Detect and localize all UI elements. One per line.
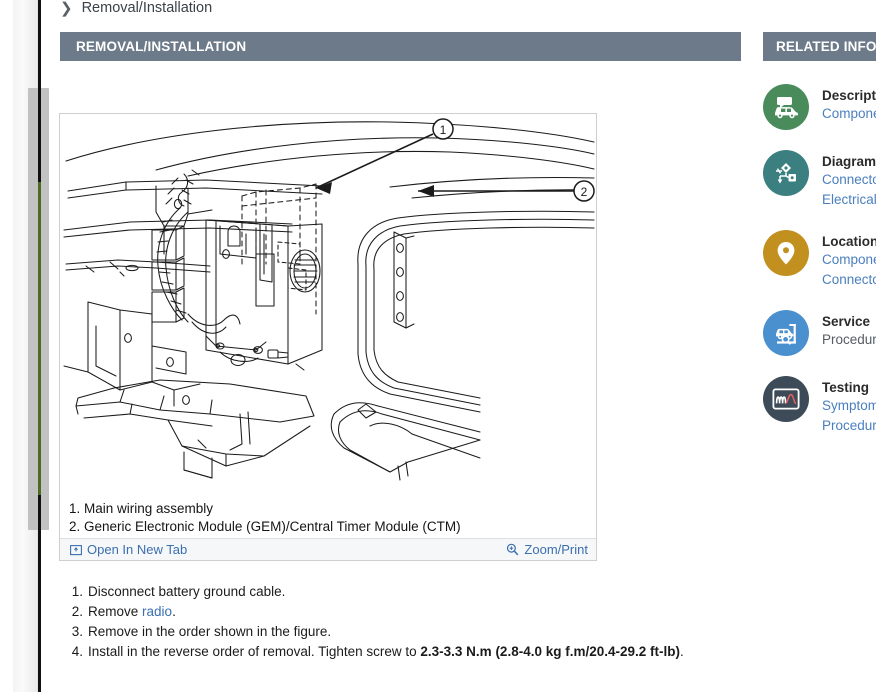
waveform-scope-icon [763, 376, 809, 422]
torque-spec: 2.3-3.3 N.m (2.8-4.0 kg f.m/20.4-29.2 ft… [420, 644, 680, 659]
technical-diagram[interactable]: 1 2 [60, 114, 596, 496]
related-item-heading: Service [822, 313, 876, 330]
step-text: Remove radio. [88, 602, 176, 622]
callout-1: 1 [433, 119, 453, 139]
magnifier-icon [506, 543, 519, 556]
green-accent-strip [38, 182, 41, 495]
service-lift-icon [763, 310, 809, 356]
step-text: Remove in the order shown in the figure. [88, 622, 331, 642]
related-item-heading: Description [822, 87, 876, 104]
figure-card: 1 2 1. Main wiring assembly 2. Generic E… [59, 113, 597, 561]
related-item-link[interactable]: Connector [822, 270, 876, 290]
related-item-link[interactable]: Component [822, 104, 876, 124]
wiring-diagram-icon [763, 150, 809, 196]
step-text: Install in the reverse order of removal.… [88, 642, 684, 662]
breadcrumb[interactable]: ❯ Removal/Installation [60, 0, 212, 20]
related-item-link[interactable]: Symptoms [822, 396, 876, 416]
radio-link[interactable]: radio [142, 604, 172, 619]
related-info-header: RELATED INFO [763, 32, 876, 61]
procedure-step: 3. Remove in the order shown in the figu… [62, 622, 752, 642]
figure-legend-item-2: 2. Generic Electronic Module (GEM)/Centr… [69, 518, 596, 536]
related-item-locations[interactable]: Locations Component Connector [763, 230, 876, 290]
svg-text:2: 2 [581, 185, 588, 199]
procedure-list: 1. Disconnect battery ground cable. 2. R… [62, 582, 752, 662]
left-gutter [0, 0, 56, 692]
step-text: Disconnect battery ground cable. [88, 582, 285, 602]
related-item-description[interactable]: Description Component [763, 84, 876, 130]
zoom-print-label: Zoom/Print [524, 542, 588, 557]
related-item-service[interactable]: Service Procedures [763, 310, 876, 356]
breadcrumb-label: Removal/Installation [82, 0, 213, 16]
step-number: 3. [62, 622, 88, 642]
related-info-list: Description Component Diagrams [763, 84, 876, 436]
open-in-new-tab-label: Open In New Tab [87, 542, 187, 557]
open-in-new-tab-button[interactable]: Open In New Tab [70, 542, 187, 557]
related-item-link[interactable]: Electrical [822, 190, 876, 210]
related-info-panel: RELATED INFO Description Com [763, 32, 876, 432]
page-scrollbar-track[interactable] [13, 0, 38, 692]
related-item-heading: Diagrams [822, 153, 876, 170]
step-number: 4. [62, 642, 88, 662]
zoom-print-button[interactable]: Zoom/Print [506, 542, 588, 557]
svg-text:1: 1 [440, 123, 447, 137]
step-number: 2. [62, 602, 88, 622]
procedure-step: 1. Disconnect battery ground cable. [62, 582, 752, 602]
vehicle-description-icon [763, 84, 809, 130]
related-info-title: RELATED INFO [763, 39, 876, 54]
procedure-step: 4. Install in the reverse order of remov… [62, 642, 752, 662]
related-item-testing[interactable]: Testing Symptoms Procedures [763, 376, 876, 436]
section-header-title: REMOVAL/INSTALLATION [60, 39, 246, 54]
related-item-link[interactable]: Connector [822, 170, 876, 190]
related-item-link[interactable]: Procedures [822, 330, 876, 350]
related-item-link[interactable]: Procedures [822, 416, 876, 436]
related-item-heading: Testing [822, 379, 876, 396]
figure-actions-bar: Open In New Tab Zoom/Print [60, 538, 596, 560]
related-item-diagrams[interactable]: Diagrams Connector Electrical [763, 150, 876, 210]
figure-legend: 1. Main wiring assembly 2. Generic Elect… [60, 496, 596, 538]
related-item-link[interactable]: Component [822, 250, 876, 270]
external-window-icon [70, 544, 82, 556]
related-item-heading: Locations [822, 233, 876, 250]
step-number: 1. [62, 582, 88, 602]
procedure-step: 2. Remove radio. [62, 602, 752, 622]
figure-legend-item-1: 1. Main wiring assembly [69, 500, 596, 518]
callout-2: 2 [574, 181, 594, 201]
section-header: REMOVAL/INSTALLATION [60, 32, 741, 61]
location-pin-icon [763, 230, 809, 276]
chevron-right-icon: ❯ [60, 1, 73, 16]
